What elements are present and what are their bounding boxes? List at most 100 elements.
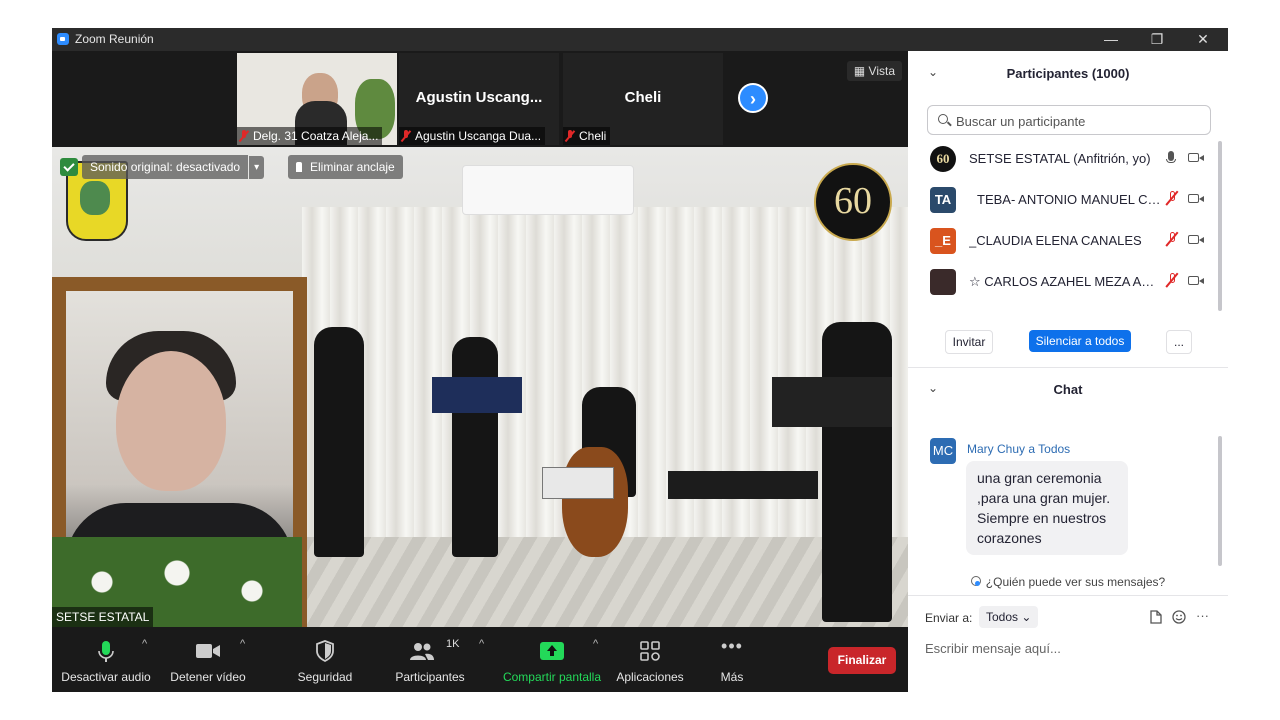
zoom-app-icon bbox=[57, 33, 69, 45]
participant-avatar: 60 bbox=[930, 146, 956, 172]
chat-more-icon[interactable]: ··· bbox=[1196, 608, 1209, 623]
cello bbox=[562, 447, 628, 557]
file-icon[interactable] bbox=[1150, 610, 1162, 624]
share-options-caret[interactable]: ^ bbox=[593, 638, 598, 650]
original-sound-control[interactable]: Sonido original: desactivado ▾ bbox=[60, 155, 265, 179]
end-meeting-button[interactable]: Finalizar bbox=[828, 647, 896, 674]
participants-scrollbar[interactable] bbox=[1218, 141, 1222, 311]
participant-tile[interactable]: Cheli Cheli bbox=[563, 53, 723, 145]
minimize-button[interactable]: — bbox=[1088, 28, 1134, 51]
grid-icon: ▦ bbox=[853, 64, 869, 78]
camera-icon[interactable] bbox=[1188, 276, 1204, 285]
participants-label: Participantes bbox=[395, 670, 465, 684]
shield-check-icon bbox=[60, 158, 78, 176]
chat-header: ⌄ Chat bbox=[908, 367, 1228, 411]
participants-icon bbox=[410, 643, 434, 660]
participant-row[interactable]: 60 SETSE ESTATAL (Anfitrión, yo) bbox=[908, 139, 1216, 180]
send-to-label: Enviar a: bbox=[925, 611, 973, 625]
recipient-dropdown[interactable]: Todos ⌄ bbox=[979, 606, 1039, 628]
pin-icon bbox=[296, 162, 302, 172]
sender-avatar: MC bbox=[930, 438, 956, 464]
participant-search[interactable] bbox=[927, 105, 1211, 135]
participants-button[interactable]: 1K Participantes bbox=[388, 628, 472, 692]
more-label: Más bbox=[720, 670, 744, 684]
mute-all-button[interactable]: Silenciar a todos bbox=[1029, 330, 1131, 352]
more-button[interactable]: ••• Más bbox=[704, 628, 760, 692]
meeting-toolbar: Desactivar audio ^ Detener vídeo ^ Segur… bbox=[52, 628, 908, 692]
audio-options-caret[interactable]: ^ bbox=[142, 638, 147, 650]
mute-audio-button[interactable]: Desactivar audio bbox=[60, 628, 152, 692]
chat-scrollbar[interactable] bbox=[1218, 436, 1222, 566]
filmstrip: Delg. 31 Coatza Aleja... Agustin Uscang.… bbox=[52, 51, 908, 147]
muted-mic-icon bbox=[565, 130, 575, 142]
message-sender[interactable]: Mary Chuy a Todos bbox=[967, 442, 1070, 456]
participants-header: ⌄ Participantes (1000) bbox=[908, 51, 1228, 95]
music-stand bbox=[542, 467, 614, 499]
tile-name: Agustin Uscanga Dua... bbox=[399, 127, 546, 145]
camera-icon[interactable] bbox=[1188, 153, 1204, 162]
share-screen-button[interactable]: Compartir pantalla bbox=[498, 628, 606, 692]
microphone-icon[interactable] bbox=[1166, 151, 1176, 163]
muted-mic-icon[interactable] bbox=[1166, 191, 1178, 205]
original-sound-button[interactable]: Sonido original: desactivado bbox=[82, 155, 249, 179]
next-page-button[interactable]: › bbox=[738, 83, 768, 113]
camera-icon[interactable] bbox=[1188, 235, 1204, 244]
chat-message: una gran ceremonia ,para una gran mujer.… bbox=[966, 461, 1128, 555]
chat-input[interactable]: Escribir mensaje aquí... bbox=[925, 641, 1061, 656]
speaker-name: SETSE ESTATAL bbox=[52, 607, 154, 627]
participants-title: Participantes (1000) bbox=[1006, 66, 1130, 81]
participant-avatar: TA bbox=[930, 187, 956, 213]
participant-row[interactable]: _E _CLAUDIA ELENA CANALES bbox=[908, 221, 1216, 262]
unpin-button[interactable]: Eliminar anclaje bbox=[288, 155, 403, 179]
muted-mic-icon bbox=[401, 130, 411, 142]
zoom-window: Zoom Reunión — ❐ ✕ Delg. 31 Coatza Aleja… bbox=[52, 28, 1228, 692]
camera-icon[interactable] bbox=[1188, 194, 1204, 203]
music-stand bbox=[772, 377, 892, 427]
apps-button[interactable]: Aplicaciones bbox=[610, 628, 690, 692]
restore-button[interactable]: ❐ bbox=[1134, 28, 1180, 51]
chevron-down-icon: ⌄ bbox=[1021, 610, 1032, 624]
original-sound-caret[interactable]: ▾ bbox=[249, 155, 265, 179]
close-button[interactable]: ✕ bbox=[1180, 28, 1226, 51]
video-camera-icon bbox=[196, 644, 220, 658]
singer bbox=[822, 322, 892, 622]
emoji-icon[interactable] bbox=[1172, 610, 1186, 624]
violinist bbox=[452, 337, 498, 557]
muted-mic-icon bbox=[239, 130, 249, 142]
participant-name: _CLAUDIA ELENA CANALES bbox=[969, 233, 1142, 248]
invite-button[interactable]: Invitar bbox=[945, 330, 993, 354]
message-line: ,para una gran mujer. bbox=[977, 490, 1111, 506]
message-line: una gran ceremonia bbox=[977, 470, 1102, 486]
tile-display-name: Cheli bbox=[624, 89, 662, 106]
music-stand bbox=[432, 377, 522, 413]
participant-avatar: _E bbox=[930, 228, 956, 254]
participant-name: ☆ CARLOS AZAHEL MEZA AGU... bbox=[969, 274, 1161, 289]
who-can-see-link[interactable]: ¿Quién puede ver sus mensajes? bbox=[908, 575, 1228, 589]
more-dots-icon: ••• bbox=[721, 636, 743, 656]
air-conditioner bbox=[462, 165, 634, 215]
portrait-face bbox=[116, 351, 226, 491]
view-button[interactable]: ▦ Vista bbox=[846, 61, 902, 81]
participants-count: 1K bbox=[446, 638, 460, 650]
microphone-icon bbox=[98, 641, 114, 662]
muted-mic-icon[interactable] bbox=[1166, 232, 1178, 246]
participants-options-caret[interactable]: ^ bbox=[479, 638, 484, 650]
video-options-caret[interactable]: ^ bbox=[240, 638, 245, 650]
security-button[interactable]: Seguridad bbox=[284, 628, 366, 692]
participant-tile[interactable]: Delg. 31 Coatza Aleja... bbox=[237, 53, 397, 145]
side-panel: ⌄ Participantes (1000) 60 SETSE ESTATAL … bbox=[908, 51, 1228, 692]
participant-search-input[interactable] bbox=[954, 110, 1208, 132]
message-line: Siempre en nuestros bbox=[977, 510, 1107, 526]
participants-more-button[interactable]: ... bbox=[1166, 330, 1192, 354]
muted-mic-icon[interactable] bbox=[1166, 273, 1178, 287]
apps-label: Aplicaciones bbox=[616, 670, 684, 684]
anniversary-badge: 60 bbox=[814, 163, 892, 241]
participant-tile[interactable]: Agustin Uscang... Agustin Uscanga Dua... bbox=[399, 53, 559, 145]
participant-row[interactable]: TA TEBA- ANTONIO MANUEL CO... bbox=[908, 180, 1216, 221]
tile-name: Cheli bbox=[563, 127, 611, 145]
window-title: Zoom Reunión bbox=[75, 32, 154, 46]
participant-row[interactable]: ☆ CARLOS AZAHEL MEZA AGU... bbox=[908, 262, 1216, 303]
person-icon bbox=[970, 576, 981, 586]
share-screen-label: Compartir pantalla bbox=[502, 670, 602, 684]
participant-name: TEBA- ANTONIO MANUEL CO... bbox=[977, 192, 1161, 207]
